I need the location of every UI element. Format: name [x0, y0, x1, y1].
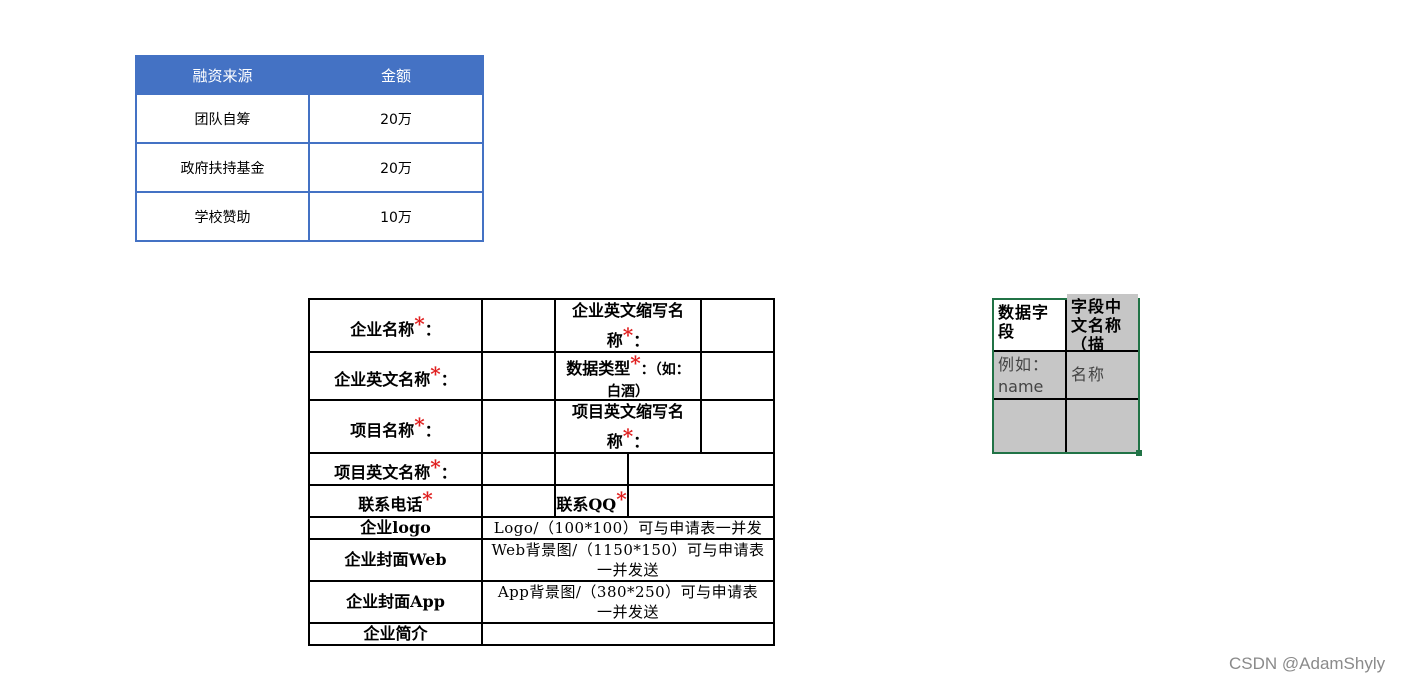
- project-en-name-label: 项目英文名称*：: [308, 452, 483, 486]
- fill-handle[interactable]: [1136, 450, 1142, 456]
- required-star: *: [430, 362, 441, 387]
- empty-cell: [554, 452, 629, 486]
- cover-web-label: 企业封面Web: [308, 538, 483, 582]
- project-en-abbr-input[interactable]: [700, 399, 775, 454]
- funding-amount-cell: 20万: [308, 142, 484, 193]
- contact-qq-input[interactable]: [627, 484, 775, 518]
- company-en-abbr-input[interactable]: [700, 298, 775, 353]
- dict-header-field[interactable]: 数据字段: [994, 300, 1067, 352]
- table-row: 学校赞助 10万: [135, 191, 484, 242]
- table-row: 团队自筹 20万: [135, 93, 484, 144]
- logo-value: Logo/（100*100）可与申请表一并发: [481, 516, 775, 540]
- dict-header-name[interactable]: 字段中文名称（描: [1067, 294, 1138, 352]
- dict-example-field[interactable]: 例如： name: [994, 352, 1067, 400]
- project-name-input[interactable]: [481, 399, 556, 454]
- company-en-name-label: 企业英文名称*：: [308, 351, 483, 401]
- contact-phone-label: 联系电话*: [308, 484, 483, 518]
- data-type-input[interactable]: [700, 351, 775, 401]
- required-star: *: [414, 311, 425, 336]
- company-en-abbr-label: 企业英文缩写名 称*：: [554, 298, 702, 353]
- intro-input[interactable]: [481, 622, 775, 646]
- project-en-abbr-label: 项目英文缩写名 称*：: [554, 399, 702, 454]
- company-name-input[interactable]: [481, 298, 556, 353]
- funding-source-cell: 团队自筹: [135, 93, 310, 144]
- application-form: 企业名称*： 企业英文缩写名 称*： 企业英文名称*： 数据类型*：（如： 白酒） …: [308, 298, 775, 646]
- funding-table: 融资来源 金额 团队自筹 20万 政府扶持基金 20万 学校赞助 10万: [135, 55, 484, 242]
- empty-cell: [627, 452, 775, 486]
- company-en-name-input[interactable]: [481, 351, 556, 401]
- data-type-label: 数据类型*：（如： 白酒）: [554, 351, 702, 401]
- required-star: *: [422, 487, 433, 512]
- funding-header-amount: 金额: [308, 55, 484, 95]
- logo-label: 企业logo: [308, 516, 483, 540]
- required-star: *: [622, 423, 634, 448]
- funding-source-cell: 学校赞助: [135, 191, 310, 242]
- required-star: *: [630, 351, 641, 376]
- contact-qq-label: 联系QQ*: [554, 484, 629, 518]
- watermark: CSDN @AdamShyly: [1229, 654, 1386, 673]
- funding-source-cell: 政府扶持基金: [135, 142, 310, 193]
- dict-example-name[interactable]: 名称: [1067, 352, 1138, 400]
- required-star: *: [414, 412, 425, 437]
- dict-empty-cell[interactable]: [994, 400, 1067, 452]
- funding-amount-cell: 10万: [308, 191, 484, 242]
- required-star: *: [616, 487, 627, 512]
- data-dictionary[interactable]: 数据字段 字段中文名称（描 例如： name 名称: [992, 294, 1142, 456]
- required-star: *: [622, 322, 634, 347]
- cover-app-label: 企业封面App: [308, 580, 483, 624]
- company-name-label: 企业名称*：: [308, 298, 483, 353]
- funding-amount-cell: 20万: [308, 93, 484, 144]
- project-en-name-input[interactable]: [481, 452, 556, 486]
- cover-app-value: App背景图/（380*250）可与申请表 一并发送: [481, 580, 775, 624]
- intro-label: 企业简介: [308, 622, 483, 646]
- table-row: 政府扶持基金 20万: [135, 142, 484, 193]
- funding-header-row: 融资来源 金额: [135, 55, 484, 95]
- cover-web-value: Web背景图/（1150*150）可与申请表 一并发送: [481, 538, 775, 582]
- contact-phone-input[interactable]: [481, 484, 556, 518]
- funding-header-source: 融资来源: [135, 55, 310, 95]
- project-name-label: 项目名称*：: [308, 399, 483, 454]
- dict-empty-cell[interactable]: [1067, 400, 1138, 452]
- required-star: *: [430, 455, 441, 480]
